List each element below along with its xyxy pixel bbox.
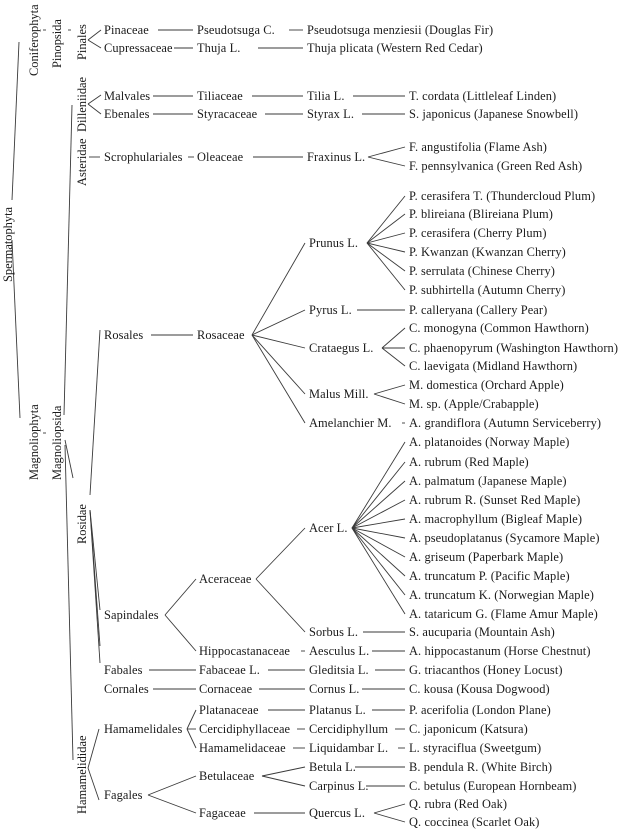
rank-magnoliophyta: Magnoliophyta [27,404,41,480]
node-styracaceae: Styracaceae [197,107,258,121]
node-tilia-l: Tilia L. [307,89,345,103]
species-leaf: C. monogyna (Common Hawthorn) [409,321,589,335]
species-western-red-cedar: Thuja plicata (Western Red Cedar) [307,41,483,55]
node-styrax-l: Styrax L. [307,107,355,121]
node-fabales: Fabales [104,663,143,677]
node-tiliaceae: Tiliaceae [197,89,243,103]
species-leaf: C. laevigata (Midland Hawthorn) [409,359,578,373]
node-sapindales: Sapindales [104,608,159,622]
node-pyrus-l: Pyrus L. [309,303,352,317]
rank-dilleniidae: Dilleniidae [75,76,89,132]
species-leaf: C. betulus (European Hornbeam) [409,779,577,793]
species-leaf: B. pendula R. (White Birch) [409,760,553,774]
species-douglas-fir: Pseudotsuga menziesii (Douglas Fir) [307,23,494,37]
node-acer-l: Acer L. [309,521,348,535]
node-platanus-l: Platanus L. [309,703,366,717]
species-leaf: S. aucuparia (Mountain Ash) [409,625,555,639]
rank-rosidae: Rosidae [75,504,89,544]
species-leaf: A. platanoides (Norway Maple) [409,435,570,449]
node-fabaceae-l: Fabaceae L. [199,663,260,677]
node-fagales: Fagales [104,788,143,802]
species-leaf: A. truncatum K. (Norwegian Maple) [409,588,594,602]
node-hamamelidales: Hamamelidales [104,722,183,736]
node-amelanchier-m: Amelanchier M. [309,416,392,430]
node-prunus-l: Prunus L. [309,236,359,250]
node-carpinus-l: Carpinus L. [309,779,369,793]
species-leaf: A. griseum (Paperbark Maple) [409,550,564,564]
species-leaf: A. palmatum (Japanese Maple) [409,474,567,488]
rank-pinales: Pinales [75,24,89,60]
node-gleditsia-l: Gleditsia L. [309,663,369,677]
species-leaf: A. tataricum G. (Flame Amur Maple) [409,607,598,621]
species-leaf: P. serrulata (Chinese Cherry) [409,264,556,278]
node-hamamelidaceae: Hamamelidaceae [199,741,286,755]
node-cornaceae: Cornaceae [199,682,253,696]
species-leaf: A. rubrum R. (Sunset Red Maple) [409,493,581,507]
node-cupressaceae: Cupressaceae [104,41,173,55]
species-green-red-ash: F. pennsylvanica (Green Red Ash) [409,159,583,173]
species-leaf: P. cerasifera T. (Thundercloud Plum) [409,189,596,203]
node-cercidiphyllaceae: Cercidiphyllaceae [199,722,291,736]
species-leaf: M. domestica (Orchard Apple) [409,378,564,392]
species-japanese-snowbell: S. japonicus (Japanese Snowbell) [409,107,579,121]
node-fraxinus-l: Fraxinus L. [307,150,366,164]
species-leaf: L. styraciflua (Sweetgum) [409,741,542,755]
species-leaf: P. blireiana (Blireiana Plum) [409,207,553,221]
node-aesculus-l: Aesculus L. [309,644,370,658]
rank-magnoliopsida: Magnoliopsida [50,405,64,480]
node-betula-l: Betula L. [309,760,357,774]
node-platanaceae: Platanaceae [199,703,259,717]
rank-asteridae: Asteridae [75,138,89,186]
rank-hamamelididae: Hamamelididae [75,735,89,814]
node-betulaceae: Betulaceae [199,769,255,783]
species-leaf: C. phaenopyrum (Washington Hawthorn) [409,341,619,355]
node-crataegus-l: Crataegus L. [309,341,374,355]
node-sorbus-l: Sorbus L. [309,625,359,639]
node-rosaceae: Rosaceae [197,328,245,342]
node-malus-mill: Malus Mill. [309,387,369,401]
node-scrophulariales: Scrophulariales [104,150,183,164]
species-flame-ash: F. angustifolia (Flame Ash) [409,140,547,154]
species-leaf: Q. coccinea (Scarlet Oak) [409,815,540,829]
node-ebenales: Ebenales [104,107,150,121]
species-leaf: Q. rubra (Red Oak) [409,797,508,811]
node-oleaceae: Oleaceae [197,150,244,164]
node-cornus-l: Cornus L. [309,682,360,696]
node-cornales: Cornales [104,682,149,696]
species-leaf: M. sp. (Apple/Crabapple) [409,397,539,411]
node-liquidambar-l: Liquidambar L. [309,741,389,755]
species-leaf: A. rubrum (Red Maple) [409,455,529,469]
species-leaf: P. cerasifera (Cherry Plum) [409,226,547,240]
rank-coniferophyta: Coniferophyta [27,4,41,76]
tree-labels: Spermatophyta Coniferophyta Pinopsida Pinal… [0,0,640,829]
node-thuja-l: Thuja L. [197,41,241,55]
node-pinaceae: Pinaceae [104,23,149,37]
rank-pinopsida: Pinopsida [50,19,64,68]
node-fagaceae: Fagaceae [199,806,246,820]
node-aceraceae: Aceraceae [199,572,252,586]
node-cercidiphyllum: Cercidiphyllum [309,722,389,736]
species-leaf: P. acerifolia (London Plane) [409,703,551,717]
node-pseudotsuga-c: Pseudotsuga C. [197,23,275,37]
rank-spermatophyta: Spermatophyta [1,206,15,282]
species-leaf: P. subhirtella (Autumn Cherry) [409,283,566,297]
species-leaf: C. japonicum (Katsura) [409,722,528,736]
node-malvales: Malvales [104,89,151,103]
species-leaf: A. pseudoplatanus (Sycamore Maple) [409,531,600,545]
species-leaf: C. kousa (Kousa Dogwood) [409,682,550,696]
species-leaf: P. calleryana (Callery Pear) [409,303,548,317]
node-hippocastanaceae: Hippocastanaceae [199,644,291,658]
species-leaf: A. hippocastanum (Horse Chestnut) [409,644,591,658]
species-leaf: A. truncatum P. (Pacific Maple) [409,569,570,583]
species-littleleaf-linden: T. cordata (Littleleaf Linden) [409,89,557,103]
node-quercus-l: Quercus L. [309,806,366,820]
species-leaf: P. Kwanzan (Kwanzan Cherry) [409,245,566,259]
species-leaf: G. triacanthos (Honey Locust) [409,663,563,677]
species-leaf: A. macrophyllum (Bigleaf Maple) [409,512,583,526]
species-leaf: A. grandiflora (Autumn Serviceberry) [409,416,602,430]
node-rosales: Rosales [104,328,144,342]
